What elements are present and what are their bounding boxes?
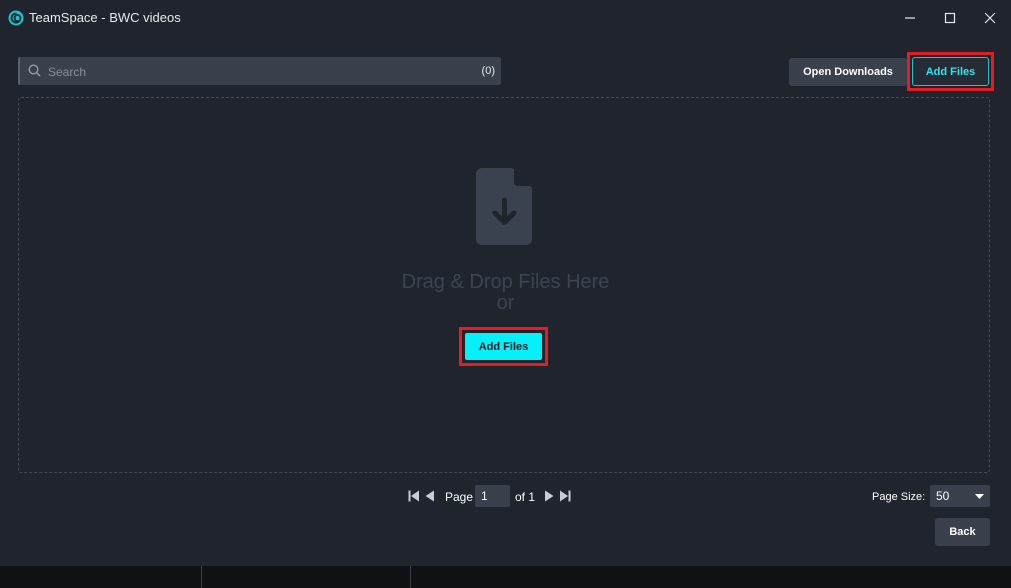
window-title: TeamSpace - BWC videos [29,10,181,25]
page-size-label: Page Size: [872,491,926,503]
search-input[interactable] [46,57,450,87]
page-size-value: 50 [936,489,950,503]
page-size-select[interactable]: 50 [930,485,990,507]
page-label: Page [445,490,474,504]
drop-instruction: Drag & Drop Files Here [401,271,610,293]
drop-or-text: or [496,292,515,314]
last-page-icon[interactable] [559,490,571,502]
next-page-icon[interactable] [544,490,555,502]
page-total-label: of 1 [515,490,536,504]
first-page-icon[interactable] [408,490,420,502]
back-button[interactable]: Back [935,518,990,546]
add-files-button-top[interactable]: Add Files [912,57,989,86]
close-button[interactable] [975,6,1005,30]
file-download-icon [476,168,532,245]
page-number-input[interactable] [475,485,510,507]
search-icon [28,64,41,77]
chevron-down-icon [975,494,984,499]
open-downloads-button[interactable]: Open Downloads [789,58,907,86]
search-result-count: (0) [481,65,495,77]
taskbar [0,566,1011,588]
maximize-button[interactable] [935,6,965,30]
minimize-button[interactable] [895,6,925,30]
taskbar-divider [201,566,202,588]
teamspace-logo-icon [8,10,24,26]
close-icon [984,12,996,24]
title-bar: TeamSpace - BWC videos [0,0,1011,36]
previous-page-icon[interactable] [424,490,435,502]
maximize-icon [944,12,956,24]
add-files-button-center[interactable]: Add Files [465,333,542,360]
search-box[interactable]: (0) [18,57,501,87]
minimize-icon [905,17,915,19]
taskbar-divider [410,566,411,588]
